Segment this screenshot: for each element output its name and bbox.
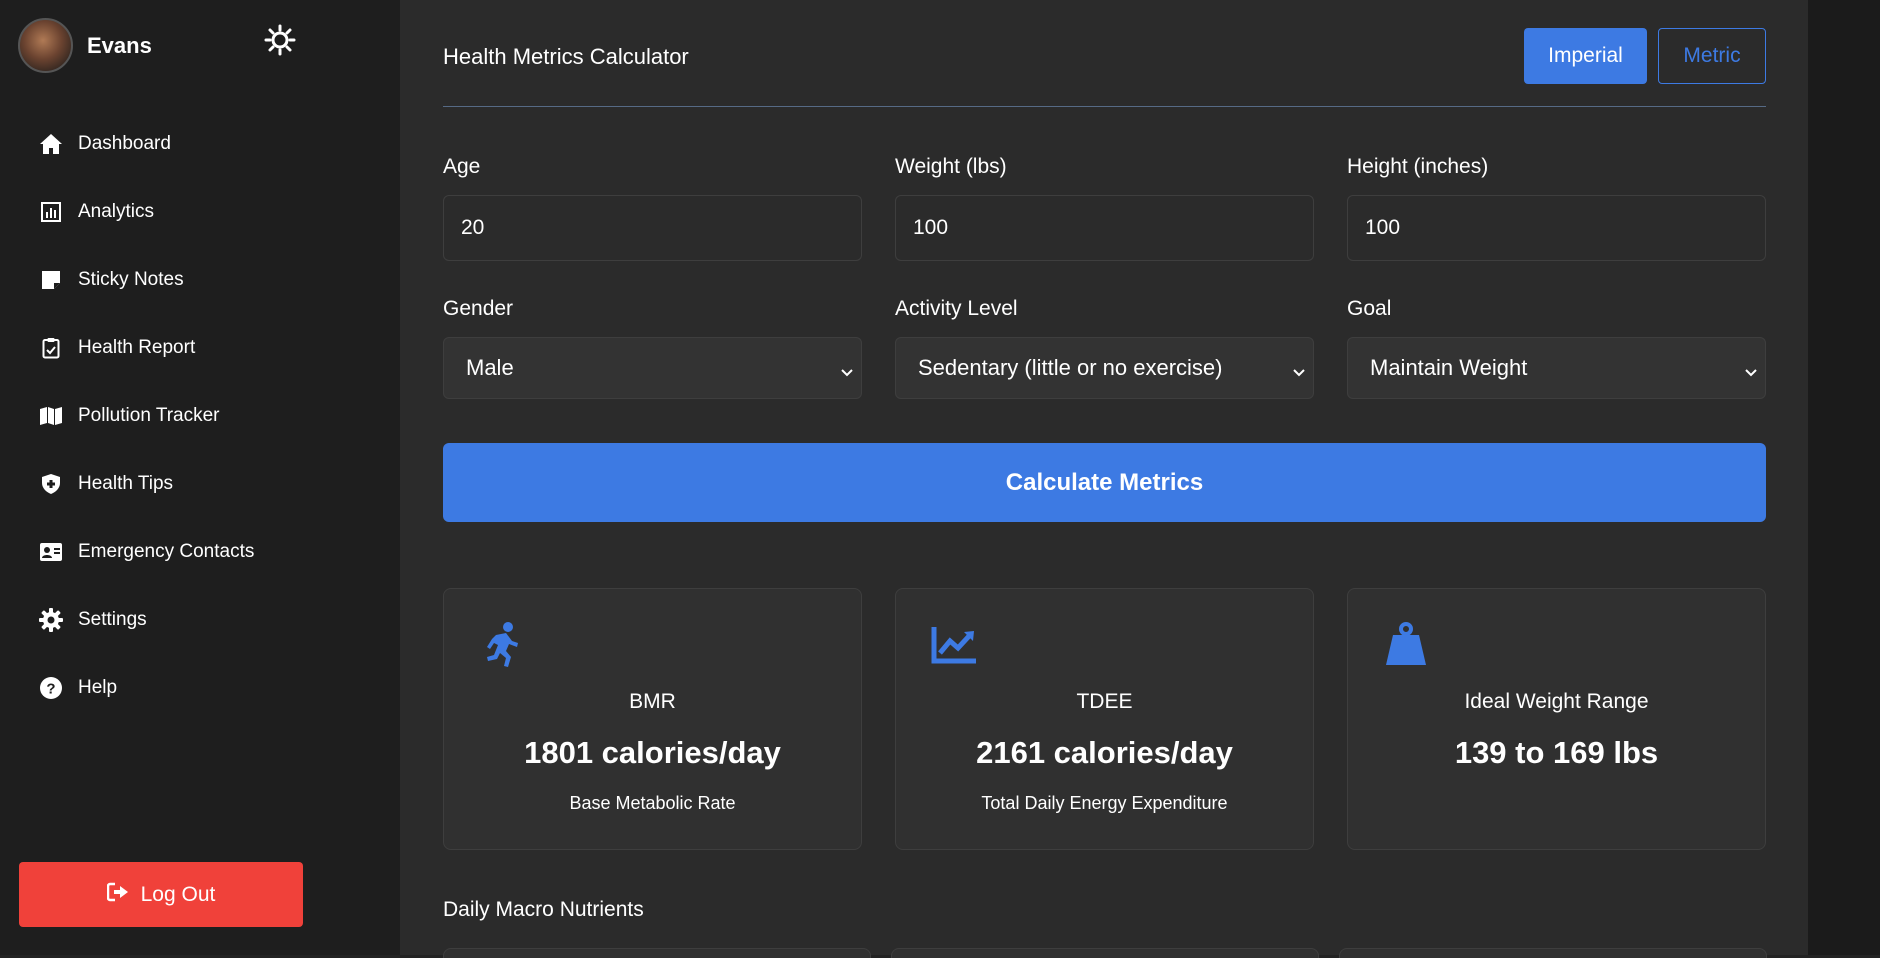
bmr-value: 1801 calories/day xyxy=(524,735,781,770)
logout-button[interactable]: Log Out xyxy=(19,862,303,927)
sidebar: Evans Dashboard Analytics Sticky Notes H… xyxy=(0,0,400,955)
clipboard-icon xyxy=(38,335,64,361)
height-input[interactable]: 100 xyxy=(1347,195,1766,261)
logout-label: Log Out xyxy=(140,882,216,906)
sidebar-item-label: Health Report xyxy=(78,337,196,358)
sidebar-item-sticky-notes[interactable]: Sticky Notes xyxy=(0,246,400,314)
sidebar-item-label: Help xyxy=(78,677,118,698)
sidebar-item-label: Dashboard xyxy=(78,133,171,154)
calculate-metrics-button[interactable]: Calculate Metrics xyxy=(443,443,1766,522)
gender-select[interactable]: Male xyxy=(443,337,862,399)
ideal-weight-value: 139 to 169 lbs xyxy=(1454,735,1659,770)
metric-unit-button[interactable]: Metric xyxy=(1658,28,1766,84)
chevron-down-icon xyxy=(1743,360,1759,377)
weight-icon xyxy=(1382,621,1430,669)
user-profile[interactable]: Evans xyxy=(18,18,152,73)
imperial-unit-button[interactable]: Imperial xyxy=(1524,28,1647,84)
theme-toggle-sun-icon[interactable] xyxy=(264,24,296,56)
trend-chart-icon xyxy=(930,621,978,669)
svg-text:?: ? xyxy=(46,681,55,698)
tdee-value: 2161 calories/day xyxy=(976,735,1233,770)
tdee-title: TDEE xyxy=(1076,690,1133,713)
sidebar-item-label: Emergency Contacts xyxy=(78,541,255,562)
map-icon xyxy=(38,403,64,429)
chevron-down-icon xyxy=(839,360,855,377)
logout-icon xyxy=(106,882,129,907)
contact-card-icon xyxy=(38,539,64,565)
chevron-down-icon xyxy=(1291,360,1307,377)
tdee-subtitle: Total Daily Energy Expenditure xyxy=(981,793,1228,813)
weight-input[interactable]: 100 xyxy=(895,195,1314,261)
sidebar-item-help[interactable]: ? Help xyxy=(0,654,400,722)
gear-icon xyxy=(38,607,64,633)
goal-select[interactable]: Maintain Weight xyxy=(1347,337,1766,399)
weight-label: Weight (lbs) xyxy=(895,155,1007,178)
macro-card xyxy=(891,948,1319,958)
activity-level-select[interactable]: Sedentary (little or no exercise) xyxy=(895,337,1314,399)
age-input[interactable]: 20 xyxy=(443,195,862,261)
sidebar-item-dashboard[interactable]: Dashboard xyxy=(0,110,400,178)
header-divider xyxy=(443,106,1766,107)
page-title: Health Metrics Calculator xyxy=(443,44,689,69)
main-content: Health Metrics Calculator Imperial Metri… xyxy=(400,0,1808,958)
sidebar-item-pollution-tracker[interactable]: Pollution Tracker xyxy=(0,382,400,450)
macros-section-title: Daily Macro Nutrients xyxy=(443,898,644,921)
age-label: Age xyxy=(443,155,481,178)
sidebar-item-label: Analytics xyxy=(78,201,155,222)
right-gutter xyxy=(1808,0,1880,955)
home-icon xyxy=(38,131,64,157)
gender-label: Gender xyxy=(443,297,514,320)
sticky-note-icon xyxy=(38,267,64,293)
sidebar-item-analytics[interactable]: Analytics xyxy=(0,178,400,246)
tdee-card: TDEE 2161 calories/day Total Daily Energ… xyxy=(895,588,1314,850)
goal-label: Goal xyxy=(1347,297,1392,320)
sidebar-item-label: Sticky Notes xyxy=(78,269,184,290)
sidebar-item-label: Health Tips xyxy=(78,473,174,494)
bmr-card: BMR 1801 calories/day Base Metabolic Rat… xyxy=(443,588,862,850)
username: Evans xyxy=(87,32,152,58)
sidebar-item-health-tips[interactable]: Health Tips xyxy=(0,450,400,518)
height-label: Height (inches) xyxy=(1347,155,1489,178)
chart-icon xyxy=(38,199,64,225)
sidebar-item-emergency-contacts[interactable]: Emergency Contacts xyxy=(0,518,400,586)
activity-select-value: Sedentary (little or no exercise) xyxy=(918,355,1223,380)
goal-select-value: Maintain Weight xyxy=(1370,355,1528,380)
ideal-weight-card: Ideal Weight Range 139 to 169 lbs xyxy=(1347,588,1766,850)
sidebar-nav: Dashboard Analytics Sticky Notes Health … xyxy=(0,110,400,722)
sidebar-item-health-report[interactable]: Health Report xyxy=(0,314,400,382)
bmr-title: BMR xyxy=(629,690,676,713)
sidebar-item-label: Settings xyxy=(78,609,147,630)
avatar[interactable] xyxy=(18,18,73,73)
sidebar-item-label: Pollution Tracker xyxy=(78,405,220,426)
activity-label: Activity Level xyxy=(895,297,1018,320)
gender-select-value: Male xyxy=(466,355,514,380)
macro-card xyxy=(1339,948,1767,958)
help-circle-icon: ? xyxy=(38,675,64,701)
ideal-weight-title: Ideal Weight Range xyxy=(1464,690,1649,713)
running-icon xyxy=(478,621,526,669)
bmr-subtitle: Base Metabolic Rate xyxy=(569,793,736,813)
sidebar-item-settings[interactable]: Settings xyxy=(0,586,400,654)
shield-icon xyxy=(38,471,64,497)
macro-card xyxy=(443,948,871,958)
